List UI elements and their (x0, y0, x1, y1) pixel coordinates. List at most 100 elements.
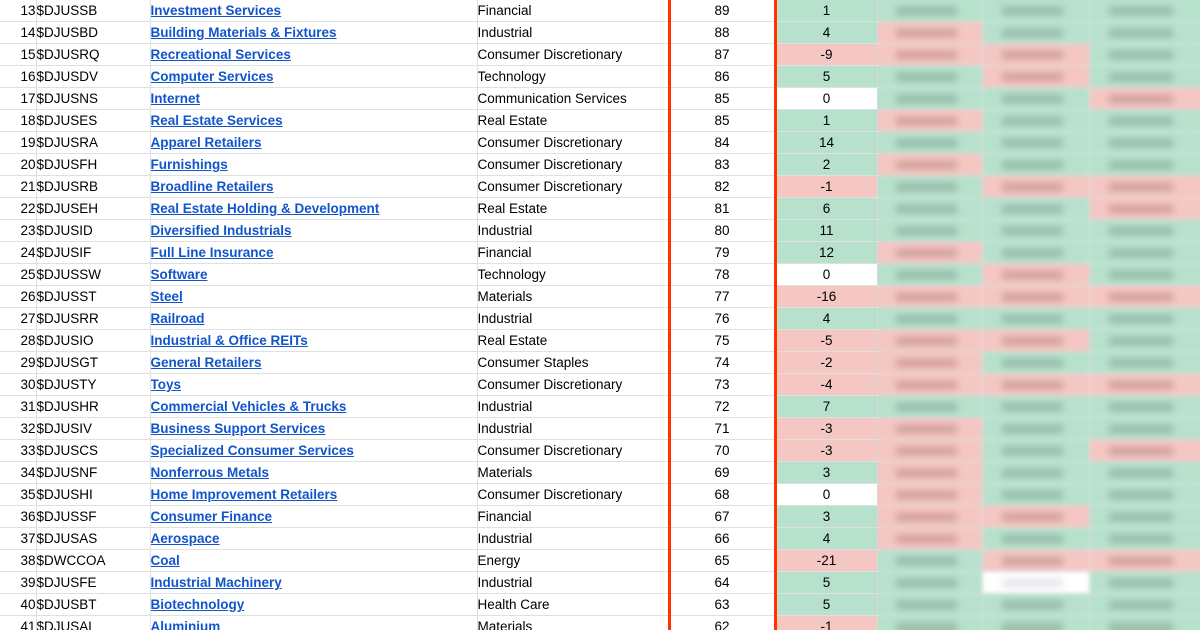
industry-link[interactable]: Software (151, 267, 208, 282)
rank-change-cell[interactable]: -1 (775, 615, 878, 630)
rank-change-cell[interactable]: -2 (775, 351, 878, 375)
sector-cell[interactable]: Health Care (477, 593, 671, 617)
obscured-cell-1[interactable] (877, 373, 983, 397)
industry-link[interactable]: Industrial & Office REITs (151, 333, 308, 348)
sector-cell[interactable]: Industrial (477, 395, 671, 419)
sector-cell[interactable]: Communication Services (477, 87, 671, 111)
industry-name-cell[interactable]: Recreational Services (150, 43, 478, 67)
rank-score-cell[interactable]: 64 (669, 571, 777, 595)
industry-name-cell[interactable]: Software (150, 263, 478, 287)
table-row[interactable]: 28 $DJUSIO Industrial & Office REITs Real E… (0, 329, 1200, 353)
row-number-gutter[interactable]: 15 (0, 43, 37, 67)
obscured-cell-3[interactable] (1089, 505, 1200, 529)
ticker-symbol-cell[interactable]: $DJUSSW (36, 263, 151, 287)
rank-score-cell[interactable]: 66 (669, 527, 777, 551)
sector-cell[interactable]: Consumer Staples (477, 351, 671, 375)
obscured-cell-1[interactable] (877, 0, 983, 23)
industry-link[interactable]: Business Support Services (151, 421, 326, 436)
industry-link[interactable]: Diversified Industrials (151, 223, 292, 238)
sector-cell[interactable]: Industrial (477, 307, 671, 331)
table-row[interactable]: 29 $DJUSGT General Retailers Consumer Stapl… (0, 351, 1200, 375)
industry-name-cell[interactable]: Full Line Insurance (150, 241, 478, 265)
table-row[interactable]: 21 $DJUSRB Broadline Retailers Consumer Dis… (0, 175, 1200, 199)
rank-score-cell[interactable]: 67 (669, 505, 777, 529)
obscured-cell-3[interactable] (1089, 593, 1200, 617)
table-row[interactable]: 14 $DJUSBD Building Materials & Fixtures In… (0, 21, 1200, 45)
row-number-gutter[interactable]: 37 (0, 527, 37, 551)
table-row[interactable]: 34 $DJUSNF Nonferrous Metals Materials 69 3 (0, 461, 1200, 485)
rank-score-cell[interactable]: 76 (669, 307, 777, 331)
industry-link[interactable]: Railroad (151, 311, 205, 326)
industry-name-cell[interactable]: Specialized Consumer Services (150, 439, 478, 463)
obscured-cell-1[interactable] (877, 549, 983, 573)
obscured-cell-3[interactable] (1089, 549, 1200, 573)
row-number-gutter[interactable]: 20 (0, 153, 37, 177)
industry-name-cell[interactable]: Aerospace (150, 527, 478, 551)
sector-cell[interactable]: Financial (477, 0, 671, 23)
sector-cell[interactable]: Consumer Discretionary (477, 439, 671, 463)
rank-change-cell[interactable]: 11 (775, 219, 878, 243)
row-number-gutter[interactable]: 25 (0, 263, 37, 287)
rank-change-cell[interactable]: -5 (775, 329, 878, 353)
rank-score-cell[interactable]: 74 (669, 351, 777, 375)
industry-link[interactable]: Steel (151, 289, 183, 304)
rank-score-cell[interactable]: 68 (669, 483, 777, 507)
row-number-gutter[interactable]: 41 (0, 615, 37, 630)
rank-change-cell[interactable]: 2 (775, 153, 878, 177)
rank-change-cell[interactable]: 1 (775, 109, 878, 133)
spreadsheet-grid[interactable]: 13 $DJUSSB Investment Services Financial 89 1… (0, 0, 1200, 630)
industry-link[interactable]: Biotechnology (151, 597, 245, 612)
obscured-cell-1[interactable] (877, 263, 983, 287)
rank-score-cell[interactable]: 69 (669, 461, 777, 485)
row-number-gutter[interactable]: 34 (0, 461, 37, 485)
sector-cell[interactable]: Industrial (477, 417, 671, 441)
rank-change-cell[interactable]: 1 (775, 0, 878, 23)
rank-change-cell[interactable]: 4 (775, 307, 878, 331)
ticker-symbol-cell[interactable]: $DJUSSB (36, 0, 151, 23)
obscured-cell-2[interactable] (982, 461, 1090, 485)
obscured-cell-1[interactable] (877, 175, 983, 199)
table-row[interactable]: 18 $DJUSES Real Estate Services Real Estate… (0, 109, 1200, 133)
industry-name-cell[interactable]: General Retailers (150, 351, 478, 375)
table-row[interactable]: 26 $DJUSST Steel Materials 77 -16 (0, 285, 1200, 309)
ticker-symbol-cell[interactable]: $DJUSEH (36, 197, 151, 221)
rank-score-cell[interactable]: 65 (669, 549, 777, 573)
row-number-gutter[interactable]: 27 (0, 307, 37, 331)
sector-cell[interactable]: Industrial (477, 21, 671, 45)
sector-cell[interactable]: Industrial (477, 527, 671, 551)
ticker-symbol-cell[interactable]: $DJUSCS (36, 439, 151, 463)
industry-link[interactable]: Internet (151, 91, 201, 106)
rank-change-cell[interactable]: -4 (775, 373, 878, 397)
industry-name-cell[interactable]: Apparel Retailers (150, 131, 478, 155)
ticker-symbol-cell[interactable]: $DJUSIV (36, 417, 151, 441)
ticker-symbol-cell[interactable]: $DJUSRA (36, 131, 151, 155)
ticker-symbol-cell[interactable]: $DJUSIF (36, 241, 151, 265)
table-row[interactable]: 19 $DJUSRA Apparel Retailers Consumer Discr… (0, 131, 1200, 155)
row-number-gutter[interactable]: 17 (0, 87, 37, 111)
ticker-symbol-cell[interactable]: $DJUSFH (36, 153, 151, 177)
industry-link[interactable]: Toys (151, 377, 182, 392)
obscured-cell-1[interactable] (877, 109, 983, 133)
row-number-gutter[interactable]: 24 (0, 241, 37, 265)
rank-change-cell[interactable]: -21 (775, 549, 878, 573)
rank-change-cell[interactable]: 5 (775, 571, 878, 595)
rank-score-cell[interactable]: 82 (669, 175, 777, 199)
obscured-cell-3[interactable] (1089, 417, 1200, 441)
industry-name-cell[interactable]: Internet (150, 87, 478, 111)
rank-change-cell[interactable]: 14 (775, 131, 878, 155)
rank-change-cell[interactable]: 5 (775, 65, 878, 89)
obscured-cell-2[interactable] (982, 263, 1090, 287)
table-row[interactable]: 17 $DJUSNS Internet Communication Services 8… (0, 87, 1200, 111)
table-row[interactable]: 38 $DWCCOA Coal Energy 65 -21 (0, 549, 1200, 573)
obscured-cell-3[interactable] (1089, 351, 1200, 375)
row-number-gutter[interactable]: 14 (0, 21, 37, 45)
obscured-cell-3[interactable] (1089, 571, 1200, 595)
table-row[interactable]: 13 $DJUSSB Investment Services Financial 89 1 (0, 0, 1200, 23)
rank-score-cell[interactable]: 78 (669, 263, 777, 287)
obscured-cell-2[interactable] (982, 549, 1090, 573)
ticker-symbol-cell[interactable]: $DJUSNF (36, 461, 151, 485)
industry-link[interactable]: Real Estate Services (151, 113, 283, 128)
ticker-symbol-cell[interactable]: $DJUSFE (36, 571, 151, 595)
rank-change-cell[interactable]: 5 (775, 593, 878, 617)
obscured-cell-2[interactable] (982, 307, 1090, 331)
